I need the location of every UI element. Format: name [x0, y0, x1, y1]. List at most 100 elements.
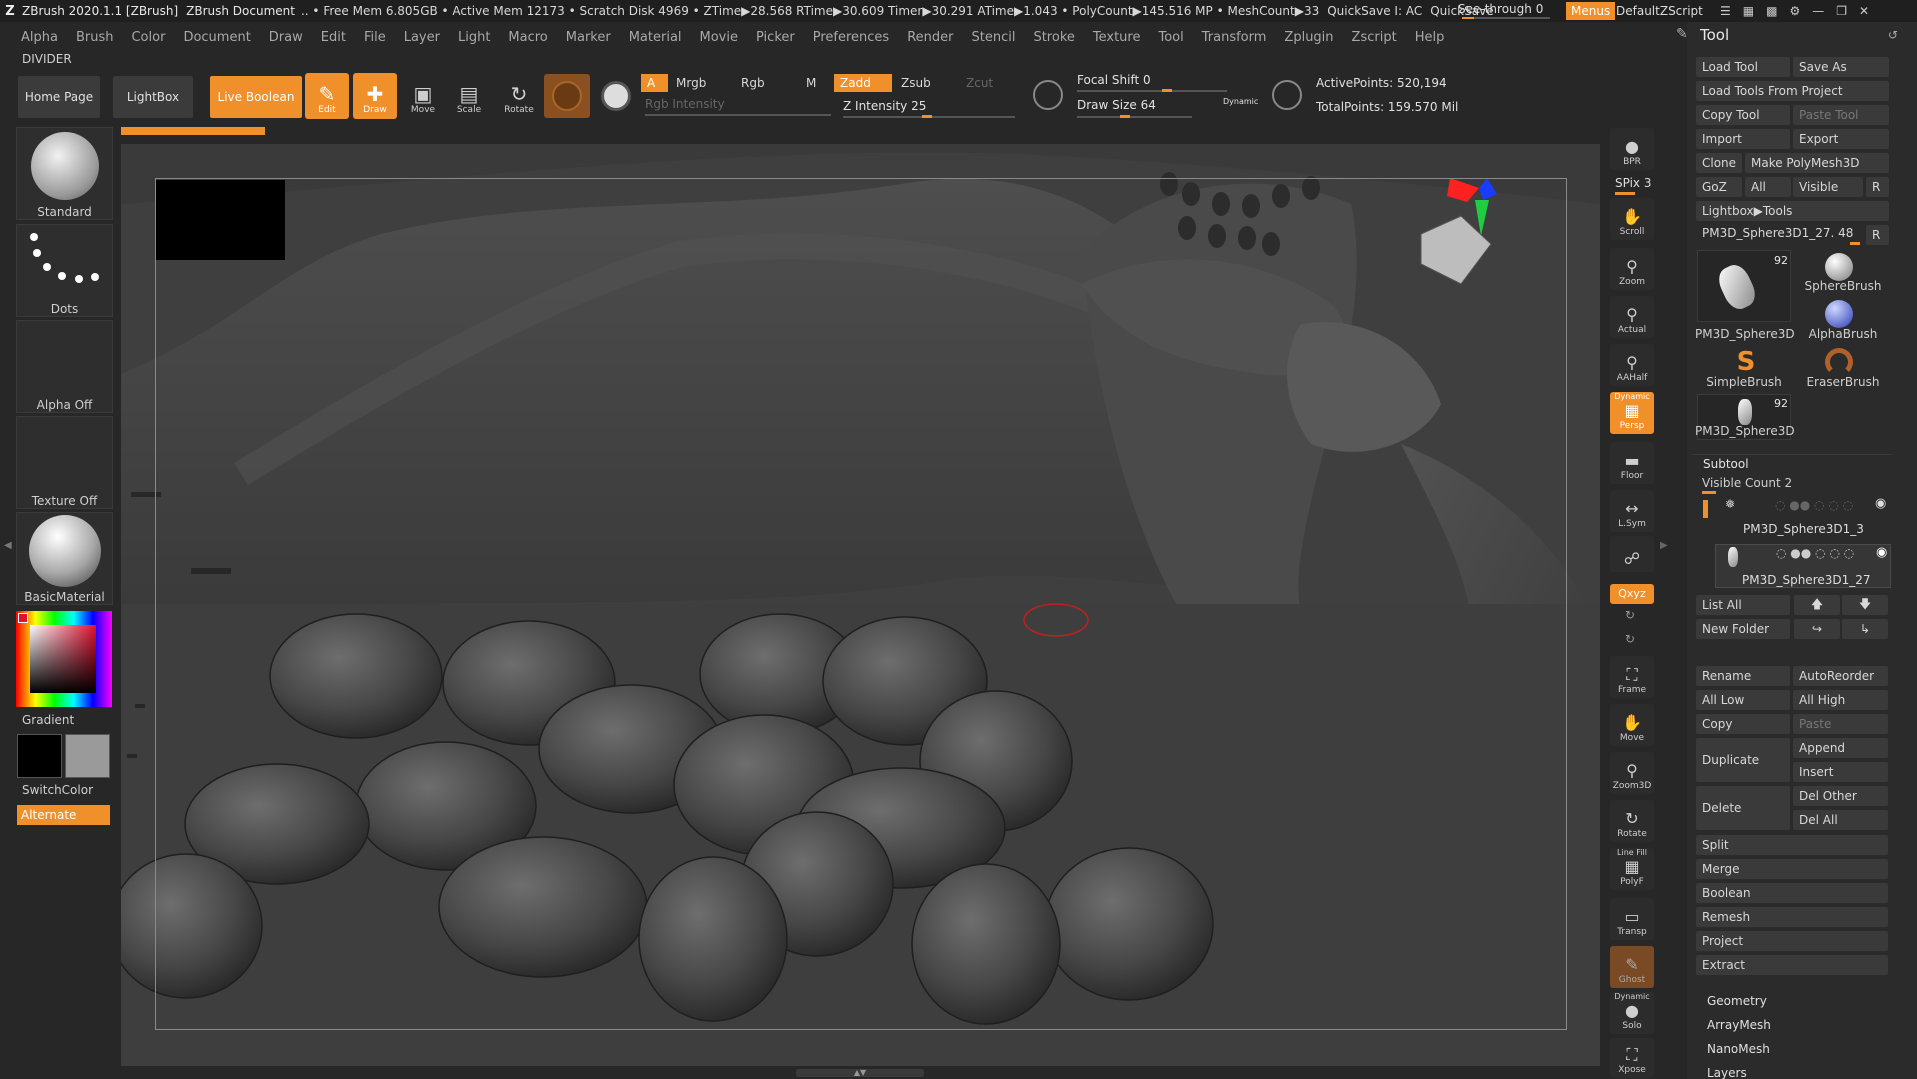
rename-button[interactable]: Rename — [1696, 666, 1790, 686]
tool-name[interactable]: SimpleBrush — [1695, 375, 1793, 389]
zoom-button[interactable]: ⚲ Zoom — [1610, 248, 1654, 290]
rgb-intensity-slider[interactable] — [645, 114, 831, 116]
sculpt-viewport[interactable] — [121, 144, 1600, 1066]
menu-picker[interactable]: Picker — [747, 30, 804, 45]
tool-name[interactable]: SphereBrush — [1794, 279, 1892, 293]
rotate-view-button[interactable]: ↻ Rotate — [1610, 800, 1654, 842]
split-section[interactable]: Split — [1696, 835, 1888, 855]
persp-button[interactable]: Dynamic ▦ Persp — [1610, 392, 1654, 434]
menu-document[interactable]: Document — [174, 30, 259, 45]
transp-button[interactable]: ▭ Transp — [1610, 898, 1654, 940]
subtool-toggles-icon[interactable]: ◌ ●● ◌ ◌ ◌ — [1776, 546, 1854, 560]
menu-movie[interactable]: Movie — [691, 30, 747, 45]
scroll-button[interactable]: ✋ Scroll — [1610, 198, 1654, 240]
merge-section[interactable]: Merge — [1696, 859, 1888, 879]
tool-name[interactable]: EraserBrush — [1794, 375, 1892, 389]
live-boolean-button[interactable]: Live Boolean — [210, 76, 302, 118]
menu-texture[interactable]: Texture — [1084, 30, 1150, 45]
color-picker-square[interactable] — [30, 625, 96, 693]
close-icon[interactable]: ✕ — [1859, 4, 1869, 18]
move-view-button[interactable]: ✋ Move — [1610, 704, 1654, 746]
menu-zplugin[interactable]: Zplugin — [1275, 30, 1342, 45]
scale-mode-button[interactable]: ▤ Scale — [447, 73, 491, 119]
restore-icon[interactable]: ❐ — [1836, 4, 1847, 18]
menu-preferences[interactable]: Preferences — [804, 30, 898, 45]
tool-palette-title[interactable]: Tool — [1700, 26, 1729, 44]
subtool-scroll-handle[interactable] — [1703, 500, 1708, 518]
texture-toggle-button[interactable] — [595, 74, 637, 118]
zsub-button[interactable]: Zsub — [895, 74, 945, 92]
list-all-button[interactable]: List All — [1696, 595, 1790, 615]
current-tool-slider[interactable]: PM3D_Sphere3D1_27. 48 — [1702, 226, 1853, 240]
spix-slider[interactable]: SPix 3 — [1615, 176, 1651, 190]
menu-macro[interactable]: Macro — [499, 30, 556, 45]
lightbox-button[interactable]: LightBox — [113, 76, 193, 118]
palette-pin-icon[interactable]: ✎ — [1676, 26, 1688, 42]
eraser-brush-icon[interactable] — [1825, 348, 1853, 376]
subtool-eye-icon[interactable]: ◉ — [1875, 496, 1886, 511]
current-tool-slider-handle[interactable] — [1850, 242, 1860, 245]
menu-stencil[interactable]: Stencil — [962, 30, 1024, 45]
new-folder-button[interactable]: New Folder — [1696, 619, 1790, 639]
edit-mode-button[interactable]: ✎ Edit — [305, 73, 349, 119]
focal-shift-handle[interactable] — [1162, 89, 1172, 92]
menu-layer[interactable]: Layer — [395, 30, 449, 45]
palette-refresh-icon[interactable]: ↺ — [1888, 28, 1898, 42]
nanomesh-section[interactable]: NanoMesh — [1707, 1042, 1770, 1056]
default-zscript-button[interactable]: DefaultZScript — [1616, 2, 1703, 20]
window-layout-icon[interactable]: ▩ — [1766, 4, 1777, 18]
lsym-button[interactable]: ↔ L.Sym — [1610, 490, 1654, 532]
palette-icon[interactable]: ▦ — [1743, 4, 1754, 18]
menu-stroke[interactable]: Stroke — [1024, 30, 1083, 45]
menu-tool[interactable]: Tool — [1149, 30, 1192, 45]
goz-button[interactable]: GoZ — [1696, 177, 1742, 197]
menu-edit[interactable]: Edit — [312, 30, 355, 45]
dynamic-toggle[interactable]: Dynamic — [1223, 97, 1258, 106]
material-swatch-button[interactable] — [544, 74, 590, 118]
geometry-section[interactable]: Geometry — [1707, 994, 1767, 1008]
bpr-button[interactable]: ● BPR — [1610, 128, 1654, 170]
auto-reorder-button[interactable]: AutoReorder — [1793, 666, 1888, 686]
layout-icon[interactable]: ☰ — [1720, 4, 1731, 18]
a-button[interactable]: A — [641, 74, 668, 92]
menu-light[interactable]: Light — [449, 30, 499, 45]
arraymesh-section[interactable]: ArrayMesh — [1707, 1018, 1771, 1032]
main-color-swatch[interactable] — [17, 734, 62, 778]
goz-all-button[interactable]: All — [1745, 177, 1791, 197]
minimize-icon[interactable]: — — [1812, 4, 1824, 18]
move-down-button[interactable]: 🡇 — [1842, 595, 1888, 615]
menu-alpha[interactable]: Alpha — [12, 30, 67, 45]
clone-button[interactable]: Clone — [1696, 153, 1742, 173]
draw-mode-button[interactable]: ✚ Draw — [353, 73, 397, 119]
current-tool-r-button[interactable]: R — [1866, 225, 1889, 245]
see-through-slider[interactable]: See-through 0 — [1458, 2, 1554, 19]
color-picker[interactable] — [16, 611, 112, 707]
switch-color-button[interactable]: SwitchColor — [22, 783, 93, 797]
copy-subtool-button[interactable]: Copy — [1696, 714, 1790, 734]
rgb-button[interactable]: Rgb — [735, 74, 775, 92]
visible-count-slider[interactable]: Visible Count 2 — [1702, 476, 1792, 490]
sculptris-pro-icon[interactable] — [1033, 80, 1063, 110]
menu-help[interactable]: Help — [1406, 30, 1454, 45]
spix-handle[interactable] — [1615, 192, 1635, 195]
solo-button[interactable]: Dynamic ● Solo — [1610, 992, 1654, 1034]
menu-color[interactable]: Color — [122, 30, 174, 45]
aahalf-button[interactable]: ⚲ AAHalf — [1610, 344, 1654, 386]
delete-button[interactable]: Delete — [1696, 786, 1790, 830]
lightbox-tools-button[interactable]: Lightbox▶Tools — [1696, 201, 1889, 221]
secondary-color-swatch[interactable] — [65, 734, 110, 778]
move-up-button[interactable]: 🡅 — [1794, 595, 1840, 615]
subtool-item-1[interactable]: ❅ ◌ ●● ◌ ◌ ◌ ◉ PM3D_Sphere3D1_3 — [1715, 496, 1891, 538]
right-collapse-icon[interactable]: ▶ — [1660, 540, 1668, 551]
folder-out-button[interactable]: ↳ — [1842, 619, 1888, 639]
save-as-button[interactable]: Save As — [1793, 57, 1889, 77]
actual-button[interactable]: ⚲ Actual — [1610, 296, 1654, 338]
gradient-label[interactable]: Gradient — [22, 713, 74, 727]
floor-button[interactable]: ▬ Floor — [1610, 442, 1654, 484]
append-button[interactable]: Append — [1793, 738, 1888, 758]
load-tool-button[interactable]: Load Tool — [1696, 57, 1790, 77]
load-tools-from-project-button[interactable]: Load Tools From Project — [1696, 81, 1889, 101]
extract-section[interactable]: Extract — [1696, 955, 1888, 975]
menu-material[interactable]: Material — [620, 30, 691, 45]
menu-brush[interactable]: Brush — [67, 30, 123, 45]
